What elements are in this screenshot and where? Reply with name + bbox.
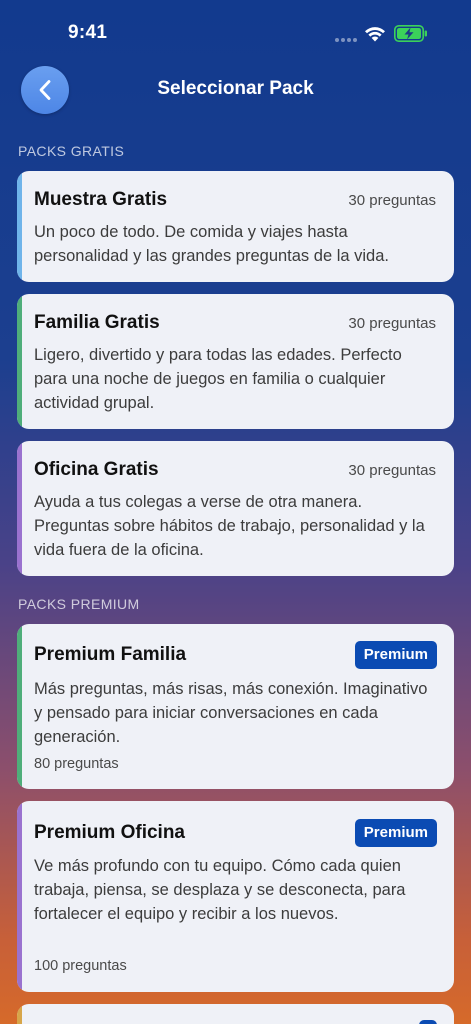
pack-card-partial[interactable] [17,1004,454,1024]
status-bar: 9:41 [0,0,471,70]
pack-title: Premium Familia [34,644,187,665]
card-accent [17,171,22,282]
card-accent [17,294,22,429]
pack-question-count: 30 preguntas [348,462,436,479]
pack-description: Ligero, divertido y para todas las edade… [34,346,402,412]
pack-description: Un poco de todo. De comida y viajes hast… [34,223,389,265]
pack-card-muestra-gratis[interactable]: Muestra Gratis 30 preguntas Un poco de t… [17,171,454,282]
page-title: Seleccionar Pack [157,78,314,99]
section-header-free: PACKS GRATIS [18,143,125,159]
navigation-bar: Seleccionar Pack [0,66,471,114]
pack-title: Muestra Gratis [34,189,168,210]
pack-question-count: 80 preguntas [34,756,119,772]
pack-card-oficina-gratis[interactable]: Oficina Gratis 30 preguntas Ayuda a tus … [17,441,454,576]
pack-question-count: 30 preguntas [348,315,436,332]
card-accent [17,1004,22,1024]
signal-dots-icon [335,38,359,42]
pack-card-familia-gratis[interactable]: Familia Gratis 30 preguntas Ligero, dive… [17,294,454,429]
premium-badge [419,1020,437,1024]
pack-card-premium-familia[interactable]: Premium Familia Premium Más preguntas, m… [17,624,454,789]
card-accent [17,801,22,992]
section-header-premium: PACKS PREMIUM [18,596,140,612]
pack-title: Premium Oficina [34,822,185,843]
premium-badge: Premium [354,641,437,669]
pack-title: Familia Gratis [34,312,160,333]
premium-badge: Premium [354,819,437,847]
pack-description: Ayuda a tus colegas a verse de otra mane… [34,493,425,559]
pack-description: Ve más profundo con tu equipo. Cómo cada… [34,857,406,923]
battery-charging-icon [394,25,427,42]
status-time: 9:41 [68,22,108,43]
card-accent [17,441,22,576]
pack-card-premium-oficina[interactable]: Premium Oficina Premium Ve más profundo … [17,801,454,992]
pack-description: Más preguntas, más risas, más conexión. … [34,680,428,746]
pack-title: Oficina Gratis [34,459,159,480]
pack-question-count: 100 preguntas [34,958,127,974]
wifi-icon [365,27,385,42]
pack-question-count: 30 preguntas [348,192,436,209]
card-accent [17,624,22,789]
